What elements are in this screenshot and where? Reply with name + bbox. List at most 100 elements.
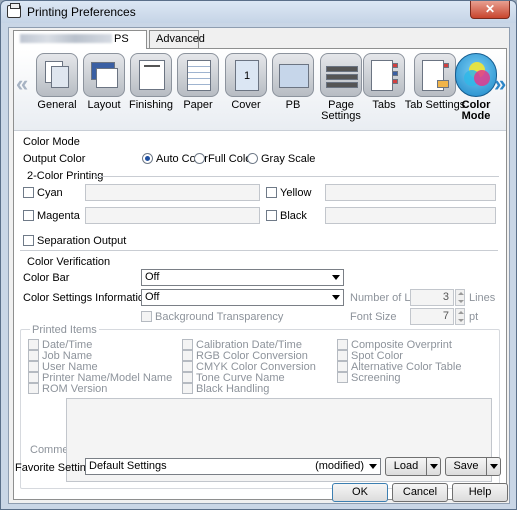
load-button[interactable]: Load	[385, 457, 441, 476]
color-settings-info-select[interactable]: Off	[141, 289, 344, 306]
color-bar-value: Off	[145, 271, 160, 283]
toolbar-item-label-line2: Mode	[461, 110, 491, 122]
two-color-title: 2-Color Printing	[27, 170, 104, 182]
checkbox-box	[182, 361, 193, 372]
checkbox-black[interactable]: Black	[266, 210, 307, 222]
checkbox-box	[266, 210, 277, 221]
yellow-field	[325, 184, 496, 201]
checkbox-magenta[interactable]: Magenta	[23, 210, 80, 222]
tab-printer-label: PS	[114, 33, 129, 45]
divider	[94, 176, 499, 177]
tabs-icon	[363, 53, 405, 97]
separation-output-label: Separation Output	[37, 235, 127, 247]
favorite-setting-label: Favorite Setting	[15, 462, 93, 474]
checkbox-cyan-label: Cyan	[37, 187, 63, 199]
checkbox-box	[182, 339, 193, 350]
checkbox-rom-version[interactable]: ROM Version	[28, 383, 107, 395]
tab-advanced-label: Advanced	[156, 33, 205, 45]
number-of-lines-input[interactable]: 3	[410, 289, 454, 306]
color-bar-select[interactable]: Off	[141, 269, 344, 286]
checkbox-yellow[interactable]: Yellow	[266, 187, 311, 199]
checkbox-magenta-label: Magenta	[37, 210, 80, 222]
font-size-input[interactable]: 7	[410, 308, 454, 325]
window-title: Printing Preferences	[27, 5, 136, 19]
save-dropdown-icon[interactable]	[486, 458, 500, 475]
checkbox-box	[28, 383, 39, 394]
checkbox-box	[23, 235, 34, 246]
close-button[interactable]: ✕	[470, 1, 510, 19]
divider	[20, 250, 498, 251]
checkbox-yellow-label: Yellow	[280, 187, 312, 199]
checkbox-box	[28, 339, 39, 350]
save-button[interactable]: Save	[445, 457, 501, 476]
printer-icon	[7, 3, 21, 18]
lines-unit: Lines	[469, 292, 496, 304]
checkbox-box	[337, 372, 348, 383]
checkbox-label: Screening	[351, 372, 401, 384]
tab-printer[interactable]: PS	[13, 30, 147, 49]
cover-icon: 1	[225, 53, 267, 97]
printing-preferences-window: Printing Preferences ✕ PS Advanced « Gen…	[0, 0, 517, 510]
checkbox-box	[337, 350, 348, 361]
color-mode-title: Color Mode	[23, 136, 80, 148]
color-settings-info-value: Off	[145, 291, 160, 303]
cancel-button[interactable]: Cancel	[392, 483, 448, 502]
radio-full-color[interactable]: Full Color	[194, 153, 255, 165]
checkbox-box	[182, 383, 193, 394]
help-button[interactable]: Help	[452, 483, 508, 502]
checkbox-box	[141, 311, 152, 322]
checkbox-label: Black Handling	[196, 383, 270, 395]
checkbox-box	[337, 361, 348, 372]
title-bar: Printing Preferences ✕	[1, 1, 516, 23]
save-button-label: Save	[453, 460, 479, 472]
checkbox-separation-output[interactable]: Separation Output	[23, 235, 126, 247]
favorite-setting-state: (modified)	[315, 460, 364, 472]
function-toolbar: « General Layout Finishing Paper 1 Cover…	[14, 49, 506, 131]
checkbox-box	[182, 350, 193, 361]
magenta-field	[85, 207, 260, 224]
black-field	[325, 207, 496, 224]
paper-icon	[177, 53, 219, 97]
chevron-down-icon	[332, 295, 340, 300]
scroll-left-icon[interactable]: «	[16, 71, 28, 97]
color-settings-info-label: Color Settings Information	[23, 292, 151, 304]
radio-gray-scale[interactable]: Gray Scale	[247, 153, 315, 165]
checkbox-box	[266, 187, 277, 198]
cover-page-number: 1	[235, 60, 259, 91]
dialog-client: PS Advanced « General Layout Finishing P…	[8, 27, 510, 504]
chevron-down-icon	[332, 275, 340, 280]
chevron-down-icon	[369, 464, 377, 469]
color-bar-label: Color Bar	[23, 272, 70, 284]
number-of-lines-stepper[interactable]	[455, 289, 465, 306]
ok-button[interactable]: OK	[332, 483, 388, 502]
font-size-stepper[interactable]	[455, 308, 465, 325]
background-transparency-label: Background Transparency	[155, 311, 284, 323]
font-size-label: Font Size	[350, 311, 397, 323]
checkbox-box	[28, 361, 39, 372]
pb-icon	[272, 53, 314, 97]
checkbox-box	[182, 372, 193, 383]
printed-items-title: Printed Items	[30, 324, 99, 336]
checkbox-box	[23, 187, 34, 198]
radio-indicator	[194, 153, 205, 164]
load-button-label: Load	[393, 460, 419, 472]
favorite-setting-select[interactable]: Default Settings (modified)	[85, 458, 381, 475]
checkbox-black-handling[interactable]: Black Handling	[182, 383, 269, 395]
scroll-right-icon[interactable]: »	[494, 71, 506, 97]
output-color-label: Output Color	[23, 153, 86, 165]
font-size-unit: pt	[469, 311, 479, 323]
checkbox-black-label: Black	[280, 210, 307, 222]
checkbox-box	[23, 210, 34, 221]
layout-icon	[83, 53, 125, 97]
checkbox-box	[28, 372, 39, 383]
color-verification-title: Color Verification	[27, 256, 111, 268]
tab-advanced[interactable]: Advanced	[149, 30, 205, 48]
checkbox-cyan[interactable]: Cyan	[23, 187, 63, 199]
general-icon	[36, 53, 78, 97]
load-dropdown-icon[interactable]	[426, 458, 440, 475]
checkbox-label: ROM Version	[42, 383, 108, 395]
radio-indicator	[142, 153, 153, 164]
settings-area: Color Mode Output Color Auto Color Full …	[14, 132, 506, 492]
checkbox-background-transparency[interactable]: Background Transparency	[141, 311, 283, 323]
checkbox-screening[interactable]: Screening	[337, 372, 401, 384]
